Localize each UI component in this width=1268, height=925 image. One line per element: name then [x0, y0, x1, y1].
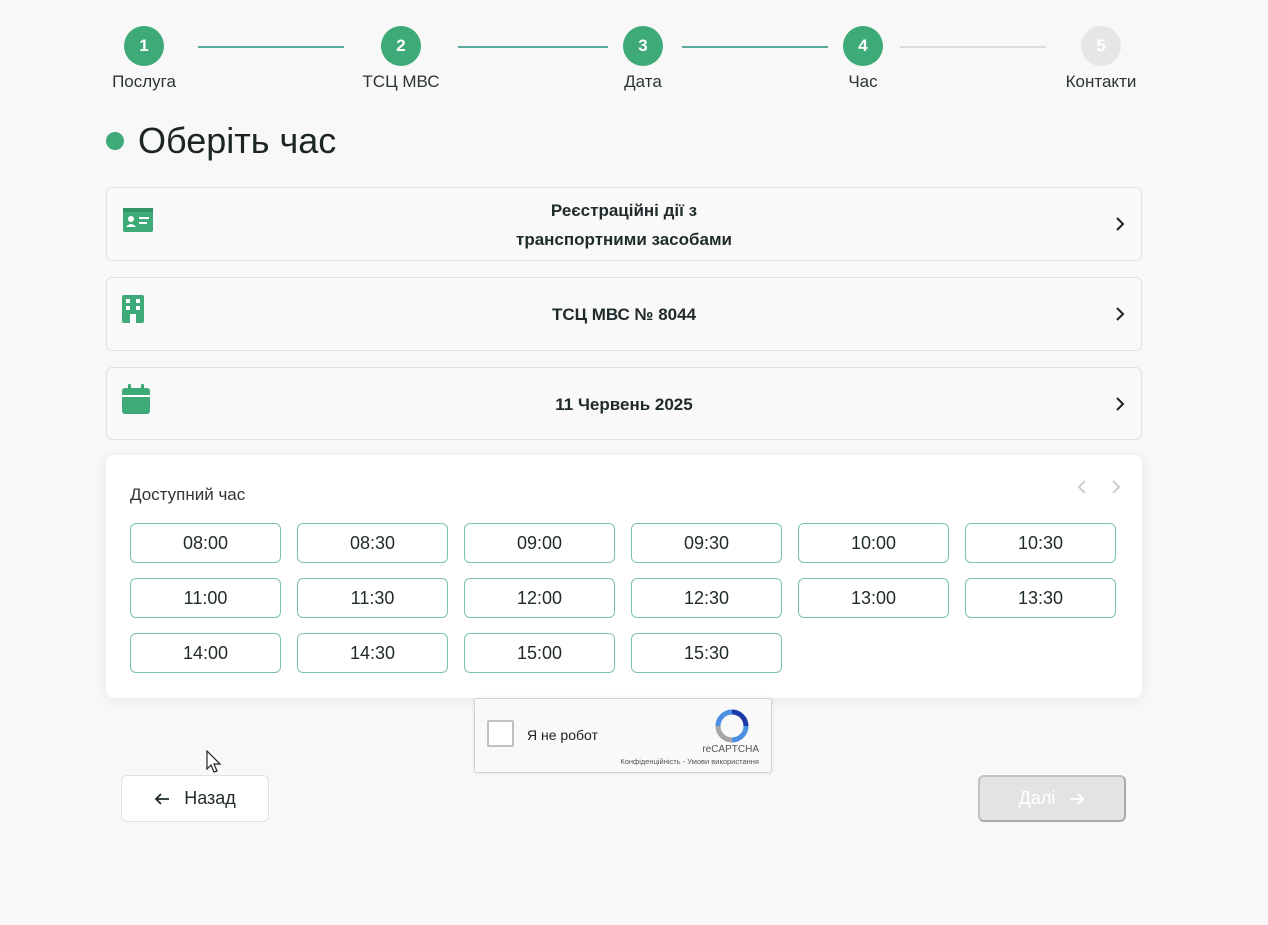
- recaptcha-widget: Я не робот reCAPTCHA Конфіденційність - …: [474, 698, 772, 773]
- page-title: Оберіть час: [138, 120, 337, 161]
- step-center[interactable]: 2 ТСЦ МВС: [341, 26, 461, 92]
- slots-pager: [1074, 479, 1124, 495]
- step-number: 1: [124, 26, 164, 66]
- step-number: 4: [843, 26, 883, 66]
- recaptcha-checkbox[interactable]: [487, 720, 514, 747]
- back-button[interactable]: Назад: [121, 775, 269, 822]
- step-date[interactable]: 3 Дата: [583, 26, 703, 92]
- chevron-right-icon: [1116, 396, 1125, 411]
- step-label: Контакти: [1065, 72, 1137, 91]
- chevron-right-icon: [1116, 217, 1125, 231]
- step-label: Послуга: [112, 72, 176, 91]
- time-slot-button[interactable]: 08:00: [130, 523, 281, 563]
- step-number: 3: [623, 26, 663, 66]
- time-slot-button[interactable]: 12:00: [464, 578, 615, 618]
- chevron-right-icon: [1116, 307, 1125, 321]
- time-slot-button[interactable]: 11:30: [297, 578, 448, 618]
- recaptcha-logo-icon: [715, 709, 749, 743]
- service-line-2: транспортними засобами: [516, 230, 732, 249]
- next-button-label: Далі: [1018, 788, 1056, 808]
- time-slot-button[interactable]: 15:00: [464, 633, 615, 673]
- chevron-right-icon[interactable]: [1108, 479, 1124, 495]
- arrow-right-icon: [1070, 792, 1085, 805]
- available-time-title: Доступний час: [130, 485, 246, 504]
- step-number: 5: [1081, 26, 1121, 66]
- time-slot-button[interactable]: 14:30: [297, 633, 448, 673]
- step-label: Час: [848, 72, 878, 91]
- recaptcha-brand: reCAPTCHA: [702, 744, 759, 755]
- step-number: 2: [381, 26, 421, 66]
- recaptcha-label: Я не робот: [527, 727, 598, 743]
- time-slots-panel: Доступний час 08:00 08:30 09:00 09:30 10…: [106, 455, 1142, 698]
- date-summary-card[interactable]: 11 Червень 2025: [106, 367, 1142, 440]
- date-label: 11 Червень 2025: [555, 395, 693, 414]
- service-line-1: Реєстраційні дії з: [550, 201, 698, 220]
- step-service[interactable]: 1 Послуга: [84, 26, 204, 92]
- arrow-left-icon: [154, 792, 170, 805]
- page-title-row: Оберіть час: [106, 120, 336, 162]
- mouse-cursor-icon: [206, 750, 222, 773]
- time-slot-button[interactable]: 13:00: [798, 578, 949, 618]
- step-label: Дата: [624, 72, 662, 91]
- center-summary-card[interactable]: ТСЦ МВС № 8044: [106, 277, 1142, 351]
- step-time[interactable]: 4 Час: [803, 26, 923, 92]
- time-slot-button[interactable]: 10:00: [798, 523, 949, 563]
- time-slots-grid: 08:00 08:30 09:00 09:30 10:00 10:30 11:0…: [130, 523, 1116, 673]
- time-slot-button[interactable]: 09:00: [464, 523, 615, 563]
- service-summary-card[interactable]: Реєстраційні дії з транспортними засобам…: [106, 187, 1142, 261]
- time-slot-button[interactable]: 14:00: [130, 633, 281, 673]
- center-label: ТСЦ МВС № 8044: [551, 305, 697, 324]
- next-button[interactable]: Далі: [978, 775, 1126, 822]
- time-slot-button[interactable]: 13:30: [965, 578, 1116, 618]
- step-label: ТСЦ МВС: [362, 72, 440, 91]
- time-slot-button[interactable]: 08:30: [297, 523, 448, 563]
- time-slot-button[interactable]: 10:30: [965, 523, 1116, 563]
- recaptcha-terms-link[interactable]: Конфіденційність - Умови використання: [620, 757, 759, 766]
- step-contacts: 5 Контакти: [1041, 26, 1161, 92]
- progress-stepper: 1 Послуга 2 ТСЦ МВС 3 Дата 4 Час 5 Конта…: [106, 26, 1142, 96]
- title-dot-icon: [106, 132, 124, 150]
- time-slot-button[interactable]: 11:00: [130, 578, 281, 618]
- back-button-label: Назад: [184, 788, 236, 808]
- step-connector: [198, 46, 344, 48]
- time-slot-button[interactable]: 12:30: [631, 578, 782, 618]
- time-slot-button[interactable]: 15:30: [631, 633, 782, 673]
- time-slot-button[interactable]: 09:30: [631, 523, 782, 563]
- chevron-left-icon[interactable]: [1074, 479, 1090, 495]
